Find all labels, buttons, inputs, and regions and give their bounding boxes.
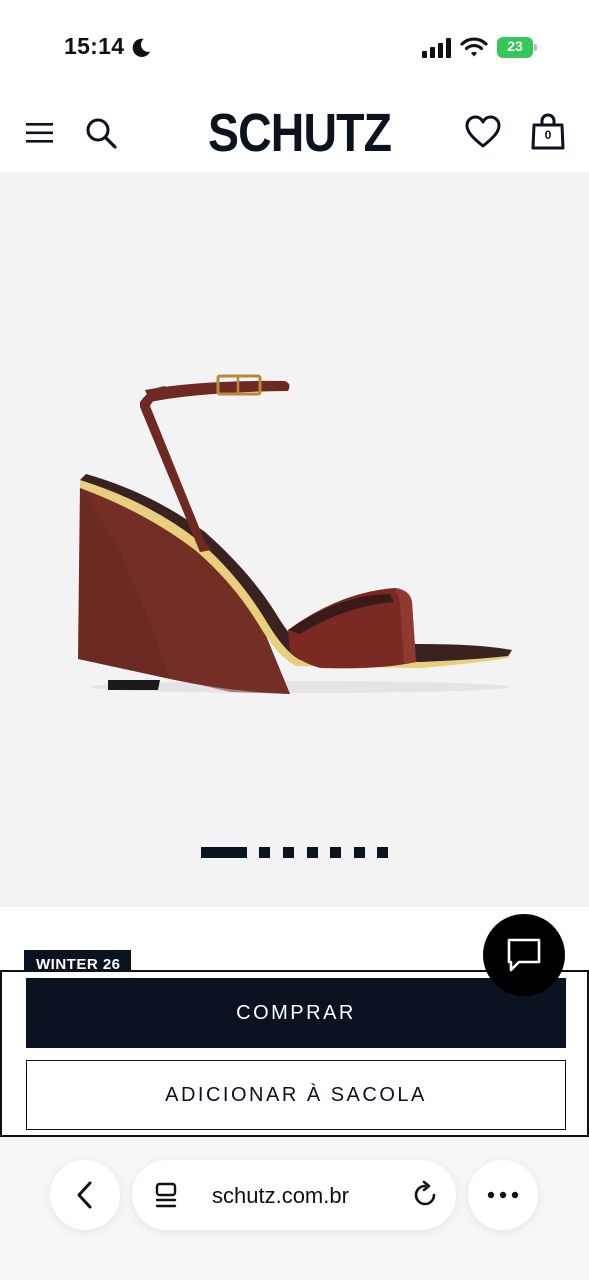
more-icon [487, 1191, 519, 1199]
menu-icon[interactable] [25, 121, 55, 145]
back-button[interactable] [50, 1160, 120, 1230]
reload-icon[interactable] [410, 1180, 440, 1210]
pager-dot[interactable] [354, 847, 365, 858]
brand-logo[interactable]: SCHUTZ [208, 103, 392, 163]
pager-dot[interactable] [307, 847, 318, 858]
wifi-icon [460, 37, 488, 57]
address-bar[interactable]: schutz.com.br [132, 1160, 456, 1230]
search-icon[interactable] [84, 116, 118, 150]
status-time: 15:14 [64, 33, 125, 59]
url-text[interactable]: schutz.com.br [212, 1183, 349, 1209]
product-gallery[interactable] [0, 172, 589, 907]
pager-dot-active[interactable] [201, 847, 247, 858]
pager-dot[interactable] [377, 847, 388, 858]
buy-panel: COMPRAR ADICIONAR À SACOLA [0, 970, 589, 1137]
heart-icon[interactable] [465, 115, 501, 149]
pager-dot[interactable] [283, 847, 294, 858]
chat-icon [507, 938, 541, 972]
chat-button[interactable] [483, 914, 565, 996]
chevron-left-icon [77, 1181, 92, 1209]
status-bar: 15:14 23 [0, 0, 589, 95]
tabs-icon [155, 1182, 177, 1208]
more-button[interactable] [468, 1160, 538, 1230]
battery-cap [534, 44, 537, 51]
site-header: SCHUTZ 0 [0, 95, 589, 170]
pager-dot[interactable] [330, 847, 341, 858]
product-image[interactable] [0, 362, 589, 722]
bag-icon[interactable]: 0 [530, 113, 566, 151]
battery-level: 23 [507, 38, 523, 54]
battery-indicator: 23 [497, 37, 537, 58]
add-to-bag-button[interactable]: ADICIONAR À SACOLA [26, 1060, 566, 1130]
signal-icon [422, 38, 451, 58]
collection-badge: WINTER 26 [24, 950, 131, 970]
bag-count: 0 [544, 128, 552, 142]
browser-toolbar: schutz.com.br [0, 1137, 589, 1280]
buy-button[interactable]: COMPRAR [26, 978, 566, 1048]
pager-dot[interactable] [259, 847, 270, 858]
gallery-pager [0, 845, 589, 859]
moon-icon [132, 38, 151, 57]
